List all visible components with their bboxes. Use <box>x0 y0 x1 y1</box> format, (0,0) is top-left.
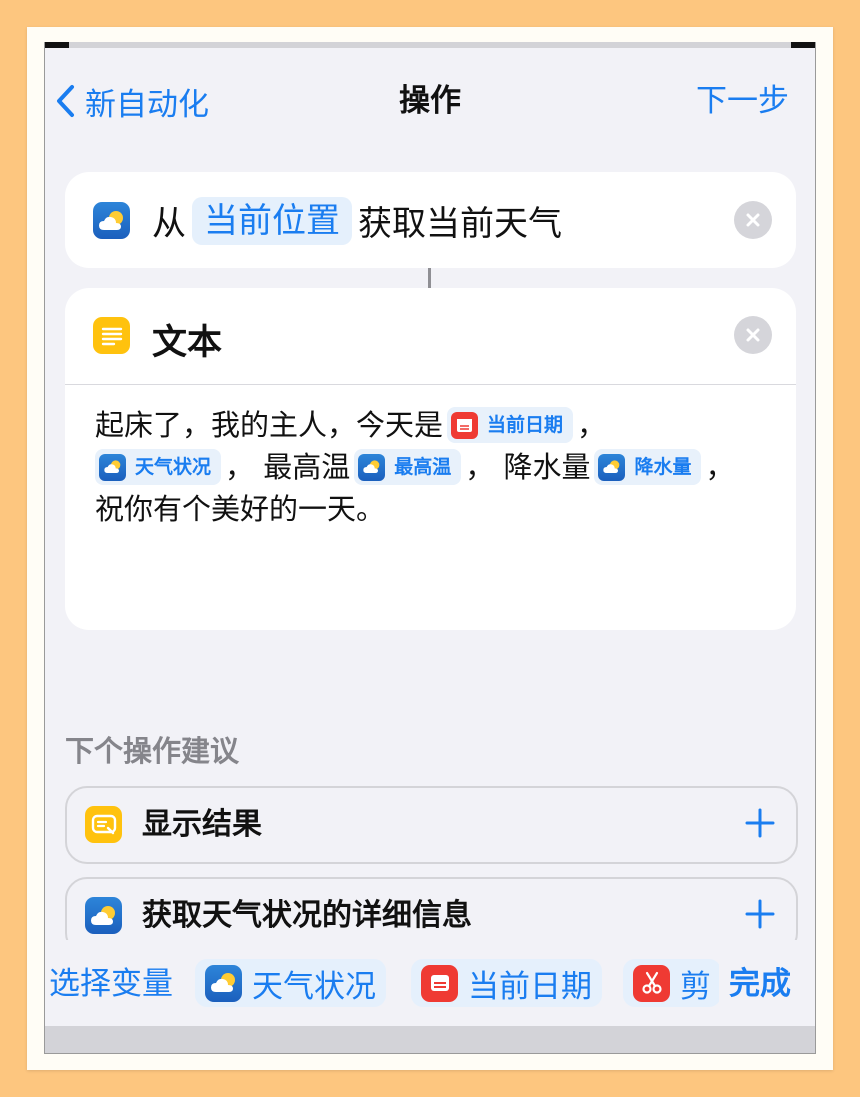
weather-app-icon <box>85 897 122 934</box>
weather-app-icon <box>93 202 130 239</box>
variable-chip-clipboard[interactable]: 剪 <box>623 959 721 1007</box>
weather-icon <box>99 453 126 481</box>
weather-condition-token[interactable]: 天气状况 <box>95 449 222 485</box>
current-date-token[interactable]: 当前日期 <box>447 407 574 443</box>
scissors-icon <box>633 964 670 1002</box>
status-strip <box>45 42 815 48</box>
token-label: 天气状况 <box>135 456 212 478</box>
text-segment: ， 最高温 <box>225 450 351 484</box>
precipitation-token[interactable]: 降水量 <box>594 449 702 485</box>
close-icon <box>746 213 760 227</box>
text-segment: 祝你有个美好的一天。 <box>95 492 386 526</box>
action-connector <box>428 268 431 288</box>
remove-text-action-button[interactable] <box>734 316 772 354</box>
variable-chip-weather[interactable]: 天气状况 <box>195 959 386 1007</box>
remove-action-button[interactable] <box>734 201 772 239</box>
action-prefix: 从 <box>152 204 186 244</box>
suggestion-show-result[interactable]: 显示结果 <box>65 786 798 864</box>
weather-icon <box>598 453 626 481</box>
calendar-icon <box>421 964 458 1002</box>
get-weather-action-card[interactable]: 从 当前位置 获取当前天气 <box>65 172 796 268</box>
token-label: 最高温 <box>394 456 452 478</box>
variable-chip-date[interactable]: 当前日期 <box>411 959 602 1007</box>
keyboard-area <box>45 1026 815 1053</box>
chip-label: 天气状况 <box>252 968 376 1005</box>
text-action-card[interactable]: 文本 起床了，我的主人，今天是 当前日期 ， 天气状况 ， 最高温 最高温 ， … <box>65 288 796 630</box>
text-segment: ， <box>577 408 607 442</box>
close-icon <box>746 328 760 342</box>
text-segment: 起床了，我的主人，今天是 <box>95 408 444 442</box>
divider <box>65 384 796 385</box>
chip-label: 当前日期 <box>468 968 592 1005</box>
text-segment: ， <box>705 450 735 484</box>
text-action-title: 文本 <box>152 323 223 363</box>
plus-icon[interactable] <box>742 896 778 932</box>
action-suffix: 获取当前天气 <box>358 204 562 244</box>
location-token[interactable]: 当前位置 <box>192 196 352 245</box>
suggestions-heading: 下个操作建议 <box>65 734 240 768</box>
token-label: 当前日期 <box>487 414 564 436</box>
weather-app-icon <box>205 964 242 1002</box>
done-button[interactable]: 完成 <box>719 940 791 1028</box>
show-result-icon <box>85 806 122 843</box>
text-body-field[interactable]: 起床了，我的主人，今天是 当前日期 ， 天气状况 ， 最高温 最高温 ， 降水量… <box>95 404 785 530</box>
plus-icon[interactable] <box>742 805 778 841</box>
phone-screen: 新自动化 操作 下一步 从 当前位置 获取当前天气 文本 起床了，我的主人，今天… <box>44 42 816 1054</box>
next-button[interactable]: 下一步 <box>696 76 789 126</box>
high-temp-token[interactable]: 最高温 <box>354 449 462 485</box>
text-app-icon <box>93 317 130 354</box>
weather-icon <box>358 453 386 481</box>
variable-picker-bar: 选择变量 天气状况 当前日期 剪 完成 <box>45 940 815 1028</box>
text-segment: ， 降水量 <box>465 450 591 484</box>
select-variable-label[interactable]: 选择变量 <box>49 940 173 1028</box>
calendar-icon <box>451 411 479 439</box>
suggestion-label: 显示结果 <box>142 807 262 842</box>
chip-label: 剪 <box>680 968 711 1005</box>
token-label: 降水量 <box>634 456 692 478</box>
navigation-bar: 新自动化 操作 下一步 <box>45 76 815 126</box>
